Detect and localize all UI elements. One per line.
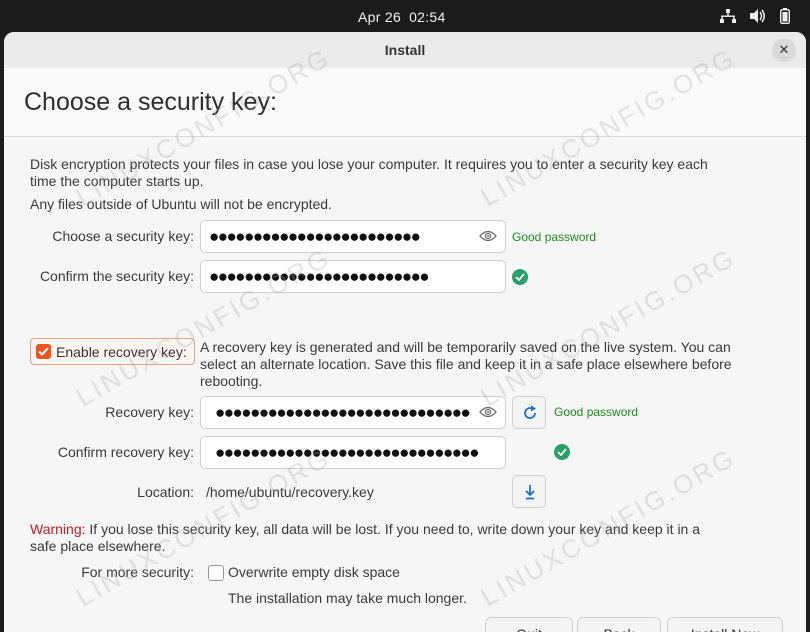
- show-recovery-eye-icon[interactable]: [479, 405, 497, 424]
- recovery-key-label: Recovery key:: [105, 404, 194, 420]
- confirm-recovery-field[interactable]: ●●●●●●●●●●●●●●●●●●●●●●●●●●●●●●: [200, 436, 506, 469]
- choose-location-button[interactable]: [512, 475, 546, 508]
- volume-icon[interactable]: [750, 9, 766, 23]
- confirm-recovery-label: Confirm recovery key:: [57, 444, 194, 460]
- recovery-desc-line1: A recovery key is generated and will be …: [200, 339, 731, 355]
- confirm-key-value: ●●●●●●●●●●●●●●●●●●●●●●●●●: [209, 267, 430, 286]
- network-icon[interactable]: [720, 9, 736, 23]
- show-password-eye-icon[interactable]: [479, 229, 497, 248]
- quit-button[interactable]: Quit: [485, 617, 573, 632]
- confirm-key-label: Confirm the security key:: [39, 268, 194, 284]
- warning-line2: safe place elsewhere.: [30, 538, 166, 554]
- warning-line1: Warning: If you lose this security key, …: [30, 521, 700, 538]
- location-label: Location:: [137, 484, 194, 500]
- recovery-key-value: ●●●●●●●●●●●●●●●●●●●●●●●●●●●●●: [215, 403, 471, 422]
- system-top-bar: Apr 26 02:54: [0, 0, 810, 34]
- install-now-button[interactable]: Install Now: [667, 617, 783, 632]
- location-value: /home/ubuntu/recovery.key: [206, 484, 374, 500]
- security-key-label: Choose a security key:: [52, 228, 194, 244]
- security-key-value: ●●●●●●●●●●●●●●●●●●●●●●●●: [209, 227, 421, 246]
- security-key-strength: Good password: [512, 230, 597, 244]
- overwrite-note: The installation may take much longer.: [228, 590, 467, 606]
- confirm-recovery-value: ●●●●●●●●●●●●●●●●●●●●●●●●●●●●●●: [215, 443, 480, 462]
- window-title: Install: [384, 42, 426, 58]
- content-area: Disk encryption protects your files in c…: [4, 137, 806, 632]
- warning-text: If you lose this security key, all data …: [85, 521, 701, 537]
- clock[interactable]: Apr 26 02:54: [358, 9, 446, 25]
- battery-icon[interactable]: [780, 8, 790, 24]
- enable-recovery-label: Enable recovery key:: [56, 344, 187, 360]
- time-text: 02:54: [409, 9, 446, 25]
- regenerate-key-button[interactable]: [512, 396, 546, 429]
- more-security-label: For more security:: [81, 564, 194, 580]
- close-icon: ✕: [778, 42, 790, 57]
- confirm-key-check-icon: [512, 269, 528, 285]
- overwrite-disk-label[interactable]: Overwrite empty disk space: [228, 564, 400, 581]
- close-button[interactable]: ✕: [772, 38, 796, 62]
- recovery-desc-line2: select an alternate location. Save this …: [200, 356, 732, 372]
- checkbox-checked-icon: [36, 344, 51, 359]
- overwrite-disk-checkbox[interactable]: [208, 565, 224, 581]
- recovery-key-field[interactable]: ●●●●●●●●●●●●●●●●●●●●●●●●●●●●●: [200, 396, 506, 429]
- window-titlebar[interactable]: Install ✕: [4, 32, 806, 69]
- recovery-key-strength: Good password: [554, 405, 639, 419]
- warning-prefix: Warning:: [30, 521, 86, 537]
- page-title: Choose a security key:: [24, 88, 277, 116]
- heading-area: Choose a security key:: [4, 68, 806, 137]
- recovery-desc-line3: rebooting.: [200, 373, 263, 389]
- confirm-key-field[interactable]: ●●●●●●●●●●●●●●●●●●●●●●●●●: [200, 260, 506, 293]
- intro-text-line3: Any files outside of Ubuntu will not be …: [30, 196, 332, 212]
- intro-text-line1: Disk encryption protects your files in c…: [30, 156, 708, 172]
- date-text: Apr 26: [358, 9, 402, 25]
- security-key-field[interactable]: ●●●●●●●●●●●●●●●●●●●●●●●●: [200, 220, 506, 253]
- installer-window: Install ✕ Choose a security key: Disk en…: [4, 32, 806, 632]
- intro-text-line2: time the computer starts up.: [30, 173, 204, 189]
- confirm-recovery-check-icon: [554, 444, 570, 460]
- enable-recovery-checkbox[interactable]: Enable recovery key:: [30, 338, 195, 365]
- back-button[interactable]: Back: [577, 617, 661, 632]
- system-tray[interactable]: [720, 8, 790, 24]
